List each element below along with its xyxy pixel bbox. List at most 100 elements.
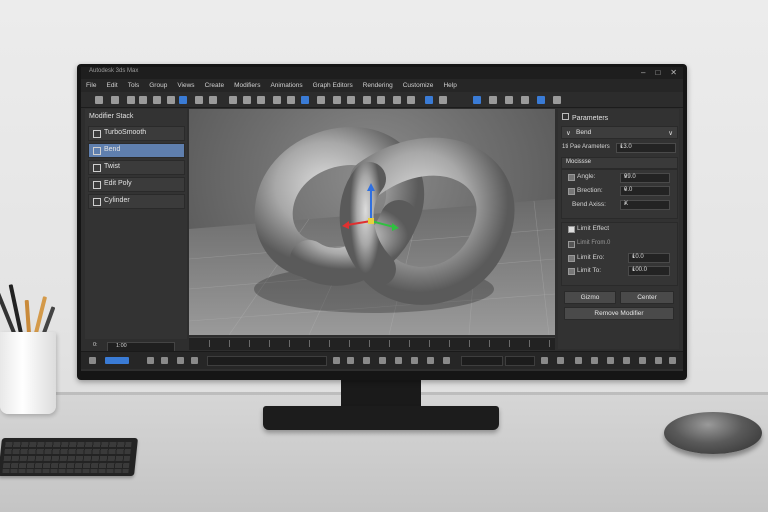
pan-icon[interactable] [639, 357, 646, 364]
percent-snap-icon[interactable] [347, 96, 355, 104]
checkbox-icon[interactable] [93, 198, 101, 206]
checkbox-icon[interactable] [93, 181, 101, 189]
field-of-view-icon[interactable] [623, 357, 630, 364]
rotate-icon[interactable] [243, 96, 251, 104]
ribbon-icon[interactable] [439, 96, 447, 104]
curve-editor-icon[interactable] [473, 96, 481, 104]
schematic-icon[interactable] [489, 96, 497, 104]
time-config-icon[interactable] [557, 357, 564, 364]
vertex-snap-icon[interactable] [347, 357, 354, 364]
gizmo-center-icon[interactable] [368, 218, 374, 224]
isolate-icon[interactable] [427, 357, 434, 364]
menu-help[interactable]: Help [438, 79, 461, 92]
manipulate-icon[interactable] [301, 96, 309, 104]
angle-field[interactable]: 99.0 ▾ [620, 173, 670, 183]
zoom-extents-icon[interactable] [607, 357, 614, 364]
viewport-perspective[interactable] [189, 109, 555, 335]
scale-icon[interactable] [257, 96, 265, 104]
render-icon[interactable] [553, 96, 561, 104]
render-frame-icon[interactable] [537, 96, 545, 104]
select-icon[interactable] [179, 96, 187, 104]
selection-lock-icon[interactable] [105, 357, 129, 364]
checkbox-icon[interactable] [93, 130, 101, 138]
mirror-icon[interactable] [393, 96, 401, 104]
next-frame-icon[interactable] [191, 357, 198, 364]
snap-icon[interactable] [317, 96, 325, 104]
limit-effect-checkbox[interactable] [568, 226, 575, 233]
panel-toggle-icon[interactable] [562, 113, 569, 120]
coordinate-field[interactable] [461, 356, 503, 366]
add-time-tag-icon[interactable] [411, 357, 418, 364]
orbit-icon[interactable] [655, 357, 662, 364]
edge-snap-icon[interactable] [363, 357, 370, 364]
menu-customize[interactable]: Customize [398, 79, 439, 92]
move-icon[interactable] [229, 96, 237, 104]
bend-rollout-header[interactable]: ∨ Bend ∨ [561, 126, 678, 139]
menu-animations[interactable]: Animations [265, 79, 307, 92]
bend-axis-select[interactable]: X ▾ [620, 200, 670, 210]
limit-from-checkbox[interactable] [568, 241, 575, 248]
limit-to-checkbox[interactable] [568, 268, 575, 275]
key-filters-icon[interactable] [541, 357, 548, 364]
limit-ero-checkbox[interactable] [568, 255, 575, 262]
reference-icon[interactable] [273, 96, 281, 104]
gizmo-button[interactable]: Gizmo [564, 291, 616, 304]
menu-create[interactable]: Create [200, 79, 230, 92]
checkbox-icon[interactable] [93, 147, 101, 155]
grid-snap-icon[interactable] [333, 357, 340, 364]
menu-graph-editors[interactable]: Graph Editors [308, 79, 358, 92]
maximize-viewport-icon[interactable] [669, 357, 676, 364]
window-crossing-icon[interactable] [209, 96, 217, 104]
open-icon[interactable] [95, 96, 103, 104]
angle-snap-icon[interactable] [333, 96, 341, 104]
spinner-snap-icon[interactable] [363, 96, 371, 104]
remove-modifier-button[interactable]: Remove Modifier [564, 307, 674, 320]
checkbox-icon[interactable] [93, 164, 101, 172]
minimize-button[interactable]: – [641, 67, 645, 79]
modifier-item-bend[interactable]: Bend [88, 143, 185, 158]
prev-frame-icon[interactable] [161, 357, 168, 364]
maxscript-icon[interactable] [89, 357, 96, 364]
undo-icon[interactable] [127, 96, 135, 104]
timeline-track[interactable] [189, 337, 555, 350]
center-button[interactable]: Center [620, 291, 674, 304]
face-snap-icon[interactable] [379, 357, 386, 364]
zoom-icon[interactable] [575, 357, 582, 364]
direction-field[interactable]: 0.0 ▾ [620, 186, 670, 196]
named-selection-icon[interactable] [377, 96, 385, 104]
zoom-all-icon[interactable] [591, 357, 598, 364]
limit-to-field[interactable]: 100.0 ▾ [628, 266, 670, 276]
menu-edit[interactable]: Edit [101, 79, 122, 92]
menu-file[interactable]: File [81, 79, 101, 92]
unlink-icon[interactable] [167, 96, 175, 104]
maximize-button[interactable]: □ [655, 67, 660, 79]
pivot-icon[interactable] [287, 96, 295, 104]
direction-checkbox[interactable] [568, 188, 575, 195]
align-icon[interactable] [407, 96, 415, 104]
save-icon[interactable] [111, 96, 119, 104]
prompt-line[interactable] [207, 356, 327, 366]
modifier-item-turbosmooth[interactable]: TurboSmooth [88, 126, 185, 141]
menu-views[interactable]: Views [172, 79, 199, 92]
layer-icon[interactable] [425, 96, 433, 104]
set-key-icon[interactable] [443, 357, 450, 364]
menu-modifiers[interactable]: Modifiers [229, 79, 265, 92]
modifier-item-twist[interactable]: Twist [88, 160, 185, 175]
select-region-icon[interactable] [195, 96, 203, 104]
close-button[interactable]: ✕ [670, 67, 677, 79]
link-icon[interactable] [153, 96, 161, 104]
modifier-item-edit-poly[interactable]: Edit Poly [88, 177, 185, 192]
key-mode-icon[interactable] [147, 357, 154, 364]
angle-checkbox[interactable] [568, 174, 575, 181]
coordinate-field[interactable] [505, 356, 535, 366]
pivot-snap-icon[interactable] [395, 357, 402, 364]
redo-icon[interactable] [139, 96, 147, 104]
play-icon[interactable] [177, 357, 184, 364]
material-editor-icon[interactable] [505, 96, 513, 104]
sub-parameters-field[interactable]: 13.0 ▾ [616, 143, 676, 153]
menu-group[interactable]: Group [144, 79, 172, 92]
render-setup-icon[interactable] [521, 96, 529, 104]
modifier-item-cylinder[interactable]: Cylinder [88, 194, 185, 209]
menu-tools[interactable]: Tols [123, 79, 145, 92]
limit-ero-field[interactable]: 10.0 ▾ [628, 253, 670, 263]
